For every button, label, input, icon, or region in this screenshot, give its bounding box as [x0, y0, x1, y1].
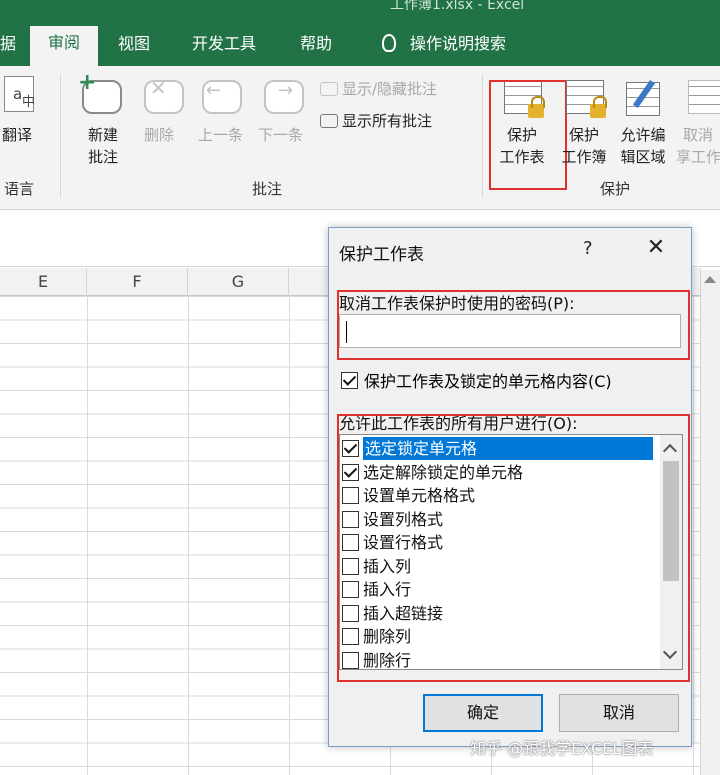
next-comment-button[interactable]: 下一条 — [258, 124, 303, 146]
translate-button[interactable]: 翻译 — [2, 124, 32, 146]
comments-icon — [320, 114, 338, 128]
protect-group-label: 保护 — [600, 180, 631, 198]
comments-group-label: 批注 — [252, 180, 283, 198]
show-all-comments-button[interactable]: 显示所有批注 — [320, 110, 432, 131]
delete-label: 删除 — [144, 126, 175, 144]
title-bar: 工作簿1.xlsx - Excel — [0, 0, 720, 22]
translate-icon: a 中 — [4, 76, 35, 112]
allow-edit-ranges-label-1: 允许编 — [620, 126, 666, 144]
translate-label: 翻译 — [2, 126, 33, 144]
unshare-label-1: 取消 — [682, 126, 713, 144]
ok-button[interactable]: 确定 — [423, 694, 543, 732]
protect-workbook-label-1: 保护 — [568, 126, 599, 144]
language-group-label: 语言 — [4, 180, 35, 198]
allow-edit-ranges-button[interactable]: 允许编 辑区域 — [614, 124, 672, 168]
new-comment-label-1: 新建 — [87, 126, 118, 144]
tab-tell-me[interactable]: 操作说明搜索 — [374, 30, 514, 66]
vertical-scrollbar[interactable] — [700, 270, 720, 775]
ribbon-tab-bar: 据 审阅 视图 开发工具 帮助 操作说明搜索 — [0, 22, 720, 66]
unshare-label-2: 享工作 — [676, 148, 720, 166]
next-comment-icon: → — [264, 80, 304, 114]
column-header-f[interactable]: F — [87, 268, 188, 296]
window-title: 工作簿1.xlsx - Excel — [390, 0, 525, 13]
new-comment-icon: + — [78, 70, 122, 114]
allow-edit-ranges-icon — [626, 79, 660, 116]
show-hide-comment-button[interactable]: 显示/隐藏批注 — [320, 78, 437, 99]
checkbox-checked-icon[interactable] — [341, 372, 358, 389]
show-all-comments-label: 显示所有批注 — [342, 112, 433, 130]
tab-help[interactable]: 帮助 — [292, 30, 340, 66]
watermark: 知乎 @跟我学EXCEL图表 — [470, 739, 654, 758]
tab-view[interactable]: 视图 — [110, 30, 158, 66]
lightbulb-icon — [382, 34, 396, 52]
group-divider — [482, 74, 483, 198]
column-header-e[interactable]: E — [0, 268, 87, 296]
cancel-button[interactable]: 取消 — [559, 694, 679, 732]
previous-comment-button[interactable]: 上一条 — [198, 124, 243, 146]
next-label: 下一条 — [258, 126, 304, 144]
unshare-workbook-button[interactable]: 取消 享工作 — [676, 124, 720, 168]
ribbon: a 中 翻译 语言 + 新建 批注 ✕ 删除 ← 上一条 → 下一条 显示/隐藏… — [0, 66, 720, 210]
unshare-workbook-icon — [688, 80, 720, 114]
delete-comment-icon: ✕ — [144, 76, 184, 114]
scroll-up-icon[interactable] — [704, 276, 716, 283]
previous-label: 上一条 — [198, 126, 244, 144]
protect-workbook-button[interactable]: 保护 工作簿 — [556, 124, 612, 168]
protect-sheet-dialog: 保护工作表 ? ✕ 取消工作表保护时使用的密码(P): 保护工作表及锁定的单元格… — [328, 227, 692, 747]
new-comment-label-2: 批注 — [87, 148, 118, 166]
dialog-title: 保护工作表 — [339, 245, 424, 265]
tab-developer[interactable]: 开发工具 — [184, 30, 264, 66]
delete-comment-button[interactable]: 删除 — [144, 124, 174, 146]
protect-contents-checkbox[interactable]: 保护工作表及锁定的单元格内容(C) — [341, 368, 612, 392]
lock-icon — [590, 96, 607, 118]
help-icon[interactable]: ? — [583, 238, 593, 259]
tab-data[interactable]: 据 — [0, 30, 24, 66]
protect-workbook-label-2: 工作簿 — [561, 148, 607, 166]
column-header-g[interactable]: G — [188, 268, 289, 296]
tell-me-label: 操作说明搜索 — [410, 34, 507, 53]
new-comment-button[interactable]: 新建 批注 — [78, 124, 128, 168]
highlight-box — [337, 290, 690, 360]
allow-edit-ranges-label-2: 辑区域 — [620, 148, 666, 166]
group-divider — [60, 74, 61, 198]
protect-contents-label: 保护工作表及锁定的单元格内容(C) — [364, 372, 612, 391]
previous-comment-icon: ← — [202, 80, 242, 114]
show-hide-comment-label: 显示/隐藏批注 — [342, 80, 438, 98]
close-icon[interactable]: ✕ — [641, 236, 671, 260]
tab-review[interactable]: 审阅 — [30, 26, 98, 66]
highlight-box — [337, 414, 690, 682]
comment-toggle-icon — [320, 82, 338, 96]
